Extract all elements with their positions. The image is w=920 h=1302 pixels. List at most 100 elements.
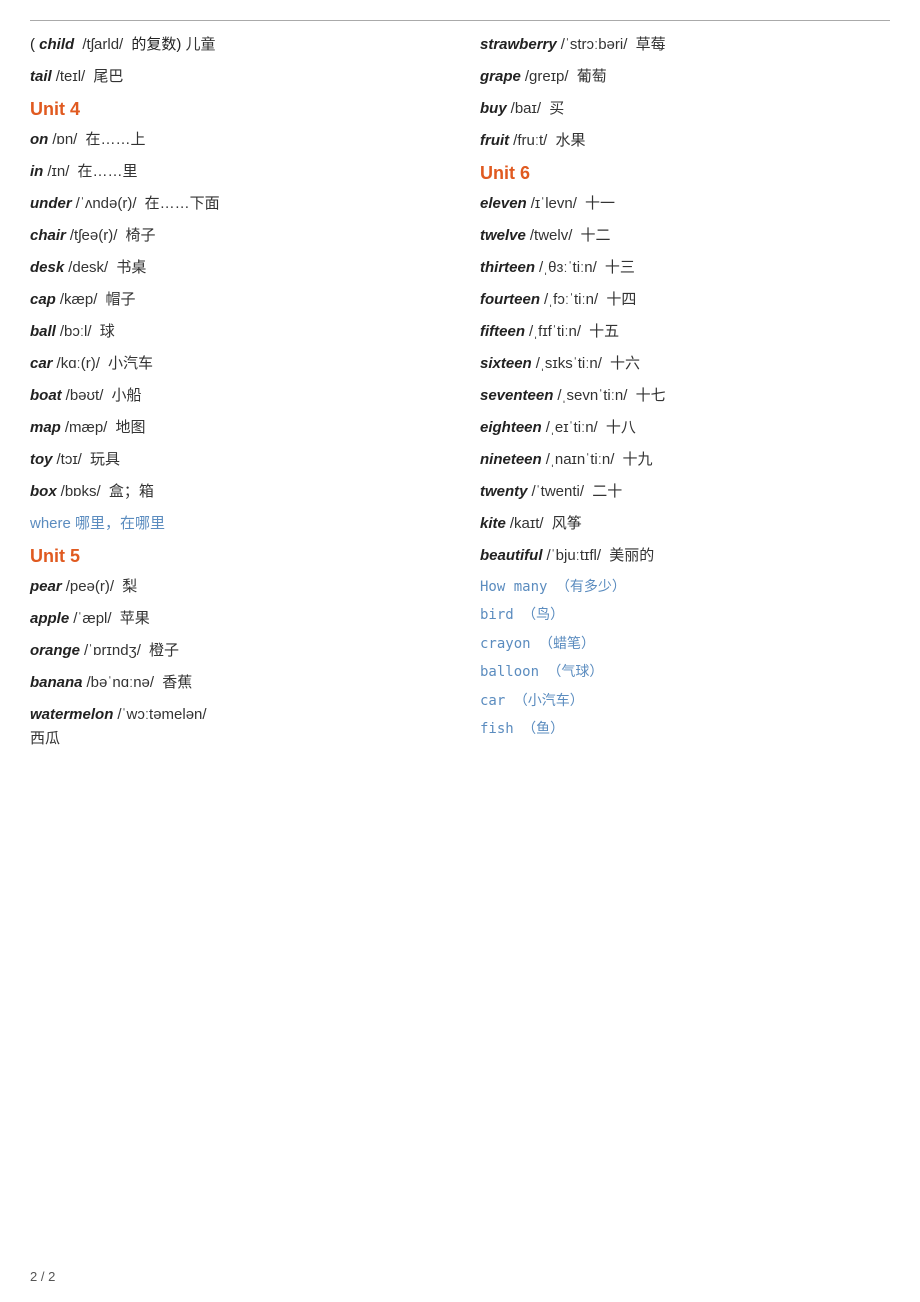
phonetic: /teɪl/ bbox=[56, 68, 86, 85]
entry: ball/bɔːl/ 球 bbox=[30, 320, 440, 344]
right-column: strawberry/ˈstrɔːbəri/ 草莓 grape/greɪp/ 葡萄… bbox=[460, 33, 890, 759]
chinese: 二十 bbox=[588, 483, 622, 500]
top-divider bbox=[30, 20, 890, 21]
phonetic: /ˈstrɔːbəri/ bbox=[561, 36, 628, 53]
entry: watermelon/ˈwɔːtəmelən/西瓜 bbox=[30, 703, 440, 751]
word: eighteen bbox=[480, 419, 542, 436]
chinese: 十五 bbox=[585, 323, 619, 340]
main-columns: ( child /tʃarld/ 的复数) 儿童tail/teɪl/ 尾巴Uni… bbox=[30, 33, 890, 759]
entry: under/ˈʌndə(r)/ 在……下面 bbox=[30, 192, 440, 216]
word: seventeen bbox=[480, 387, 553, 404]
word: kite bbox=[480, 515, 506, 532]
entry: where 哪里，在哪里 bbox=[30, 512, 440, 536]
entry: in/ɪn/ 在……里 bbox=[30, 160, 440, 184]
entry: thirteen/ˌθɜːˈtiːn/ 十三 bbox=[480, 256, 890, 280]
word: in bbox=[30, 163, 43, 180]
entry: nineteen/ˌnaɪnˈtiːn/ 十九 bbox=[480, 448, 890, 472]
word: on bbox=[30, 131, 48, 148]
entry: boat/bəʊt/ 小船 bbox=[30, 384, 440, 408]
word: sixteen bbox=[480, 355, 532, 372]
entry: Unit 5 bbox=[30, 546, 440, 567]
chinese: 小船 bbox=[107, 387, 141, 404]
entry: on/ɒn/ 在……上 bbox=[30, 128, 440, 152]
chinese: 在……下面 bbox=[141, 195, 220, 212]
phonetic: /ˌfɔːˈtiːn/ bbox=[544, 291, 598, 308]
entry: How many （有多少） bbox=[480, 576, 890, 598]
entry: twelve/twelv/ 十二 bbox=[480, 224, 890, 248]
page: ( child /tʃarld/ 的复数) 儿童tail/teɪl/ 尾巴Uni… bbox=[0, 0, 920, 1302]
word: apple bbox=[30, 610, 69, 627]
word: grape bbox=[480, 68, 521, 85]
entry: sixteen/ˌsɪksˈtiːn/ 十六 bbox=[480, 352, 890, 376]
entry: banana/bəˈnɑːnə/ 香蕉 bbox=[30, 671, 440, 695]
entry: ( child /tʃarld/ 的复数) 儿童 bbox=[30, 33, 440, 57]
phonetic: /ˈbjuːtɪfl/ bbox=[547, 547, 602, 564]
phonetic: /ˈwɔːtəmelən/ bbox=[117, 706, 206, 723]
phonetic: /bəʊt/ bbox=[66, 387, 104, 404]
chinese: 书桌 bbox=[112, 259, 146, 276]
phonetic: /twelv/ bbox=[530, 227, 573, 244]
left-column: ( child /tʃarld/ 的复数) 儿童tail/teɪl/ 尾巴Uni… bbox=[30, 33, 460, 759]
chinese: 十三 bbox=[601, 259, 635, 276]
word: pear bbox=[30, 578, 62, 595]
phonetic: /bɒks/ bbox=[61, 483, 101, 500]
chinese: 香蕉 bbox=[158, 674, 192, 691]
phonetic: /ɪn/ bbox=[47, 163, 69, 180]
entry: grape/greɪp/ 葡萄 bbox=[480, 65, 890, 89]
entry: beautiful/ˈbjuːtɪfl/ 美丽的 bbox=[480, 544, 890, 568]
phonetic: /ˌθɜːˈtiːn/ bbox=[539, 259, 597, 276]
entry: balloon （气球） bbox=[480, 661, 890, 683]
phonetic: /bɔːl/ bbox=[60, 323, 92, 340]
entry: seventeen/ˌsevnˈtiːn/ 十七 bbox=[480, 384, 890, 408]
phonetic: /ˈtwenti/ bbox=[532, 483, 585, 500]
phonetic: /tʃeə(r)/ bbox=[70, 227, 118, 244]
word: cap bbox=[30, 291, 56, 308]
chinese: 十二 bbox=[576, 227, 610, 244]
word: orange bbox=[30, 642, 80, 659]
chinese: 风筝 bbox=[548, 515, 582, 532]
chinese: 帽子 bbox=[101, 291, 135, 308]
chinese: 十六 bbox=[606, 355, 640, 372]
chinese: 地图 bbox=[111, 419, 145, 436]
entry: Unit 4 bbox=[30, 99, 440, 120]
entry: apple/ˈæpl/ 苹果 bbox=[30, 607, 440, 631]
chinese: 尾巴 bbox=[89, 68, 123, 85]
phonetic: /tɔɪ/ bbox=[57, 451, 82, 468]
chinese: 在……里 bbox=[73, 163, 137, 180]
page-number: 2 / 2 bbox=[30, 1269, 55, 1284]
word: under bbox=[30, 195, 72, 212]
phonetic: /ˈæpl/ bbox=[73, 610, 111, 627]
word: twenty bbox=[480, 483, 528, 500]
entry: chair/tʃeə(r)/ 椅子 bbox=[30, 224, 440, 248]
phonetic: /ˌsɪksˈtiːn/ bbox=[536, 355, 602, 372]
word: buy bbox=[480, 100, 507, 117]
chinese: 十一 bbox=[581, 195, 615, 212]
entry: cap/kæp/ 帽子 bbox=[30, 288, 440, 312]
phonetic: /desk/ bbox=[68, 259, 108, 276]
word: fourteen bbox=[480, 291, 540, 308]
entry: crayon （蜡笔） bbox=[480, 633, 890, 655]
word: twelve bbox=[480, 227, 526, 244]
word: toy bbox=[30, 451, 53, 468]
word: strawberry bbox=[480, 36, 557, 53]
word: boat bbox=[30, 387, 62, 404]
entry: box/bɒks/ 盒；箱 bbox=[30, 480, 440, 504]
entry: strawberry/ˈstrɔːbəri/ 草莓 bbox=[480, 33, 890, 57]
word: beautiful bbox=[480, 547, 543, 564]
phonetic: /ɒn/ bbox=[52, 131, 77, 148]
entry: fish （鱼） bbox=[480, 718, 890, 740]
chinese: 水果 bbox=[551, 132, 585, 149]
chinese: 西瓜 bbox=[30, 730, 60, 747]
entry: desk/desk/ 书桌 bbox=[30, 256, 440, 280]
phonetic: /ˈɒrɪndʒ/ bbox=[84, 642, 141, 659]
chinese: 橙子 bbox=[145, 642, 179, 659]
chinese: 十九 bbox=[618, 451, 652, 468]
entry: map/mæp/ 地图 bbox=[30, 416, 440, 440]
phonetic: /bəˈnɑːnə/ bbox=[87, 674, 155, 691]
entry: eighteen/ˌeɪˈtiːn/ 十八 bbox=[480, 416, 890, 440]
word: watermelon bbox=[30, 706, 113, 723]
chinese: 十七 bbox=[631, 387, 665, 404]
entry: twenty/ˈtwenti/ 二十 bbox=[480, 480, 890, 504]
word: box bbox=[30, 483, 57, 500]
entry: eleven/ɪˈlevn/ 十一 bbox=[480, 192, 890, 216]
